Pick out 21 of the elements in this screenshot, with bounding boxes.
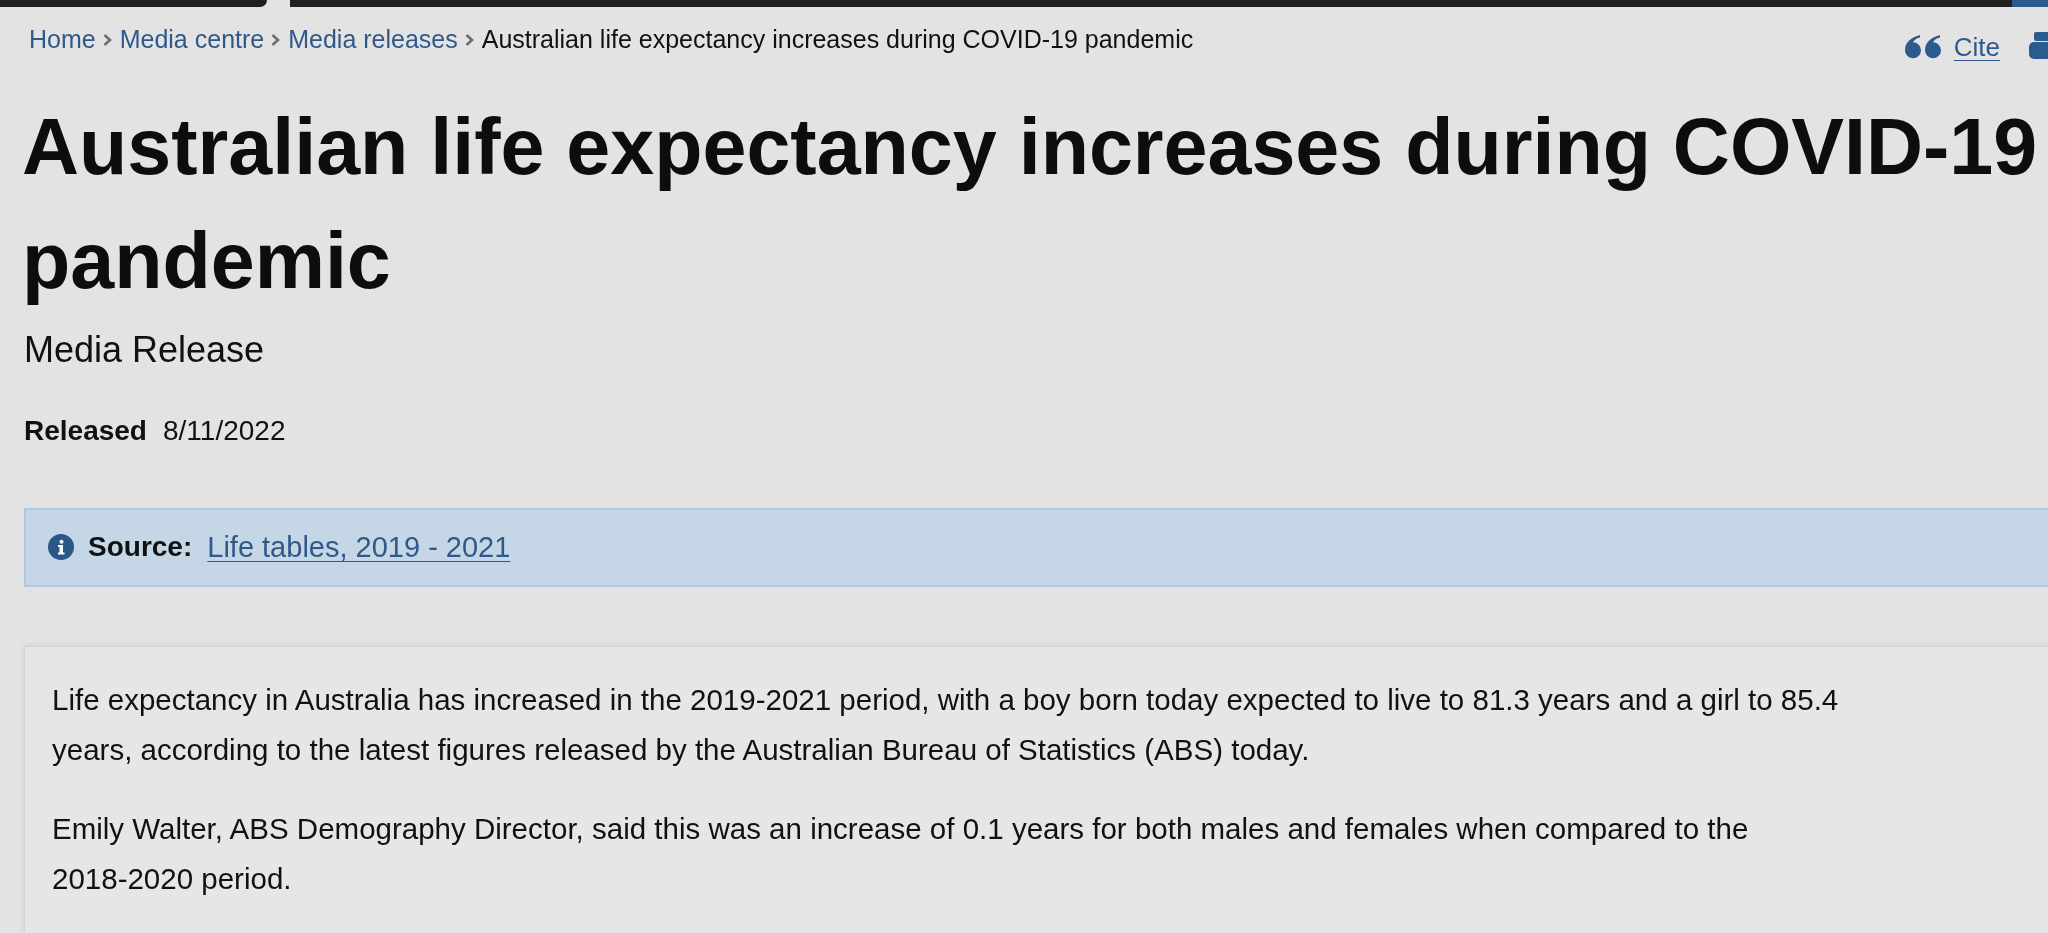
source-link[interactable]: Life tables, 2019 - 2021 xyxy=(207,525,511,569)
source-label: Source: xyxy=(88,530,193,565)
chevron-icon xyxy=(464,34,474,46)
breadcrumb-link[interactable]: Home xyxy=(29,23,96,54)
body-paragraph: Life expectancy in Australia has increased in the 2019-2021 period, with a boy born today expected to live to 81.3 years and a girl to 85.4 years, according to the latest figures released by the Australian Bureau of Statistics (ABS) today. xyxy=(52,682,1840,768)
printer-icon[interactable] xyxy=(2029,31,2048,62)
page-title: Australian life expectancy increases during COVID-19 pandemic xyxy=(22,100,2039,307)
page-subtitle: Media Release xyxy=(24,327,266,372)
header-tab[interactable] xyxy=(0,0,267,7)
breadcrumb-current: Australian life expectancy increases during COVID-19 pandemic xyxy=(481,23,1194,54)
cite-link[interactable]: Cite xyxy=(1953,31,2000,62)
header-button[interactable] xyxy=(2012,0,2048,7)
body-paragraph: Emily Walter, ABS Demography Director, said this was an increase of 0.1 years for both males and females when compared to the 2018-2020 period. xyxy=(52,811,1750,897)
quote-icon xyxy=(1903,34,1941,59)
released-label: Released xyxy=(24,413,147,448)
breadcrumb-link[interactable]: Media releases xyxy=(288,23,458,54)
info-icon xyxy=(48,534,74,561)
chevron-icon xyxy=(102,34,112,46)
chevron-icon xyxy=(271,34,281,46)
breadcrumb-link[interactable]: Media centre xyxy=(119,23,265,54)
released-date: 8/11/2022 xyxy=(162,413,286,448)
